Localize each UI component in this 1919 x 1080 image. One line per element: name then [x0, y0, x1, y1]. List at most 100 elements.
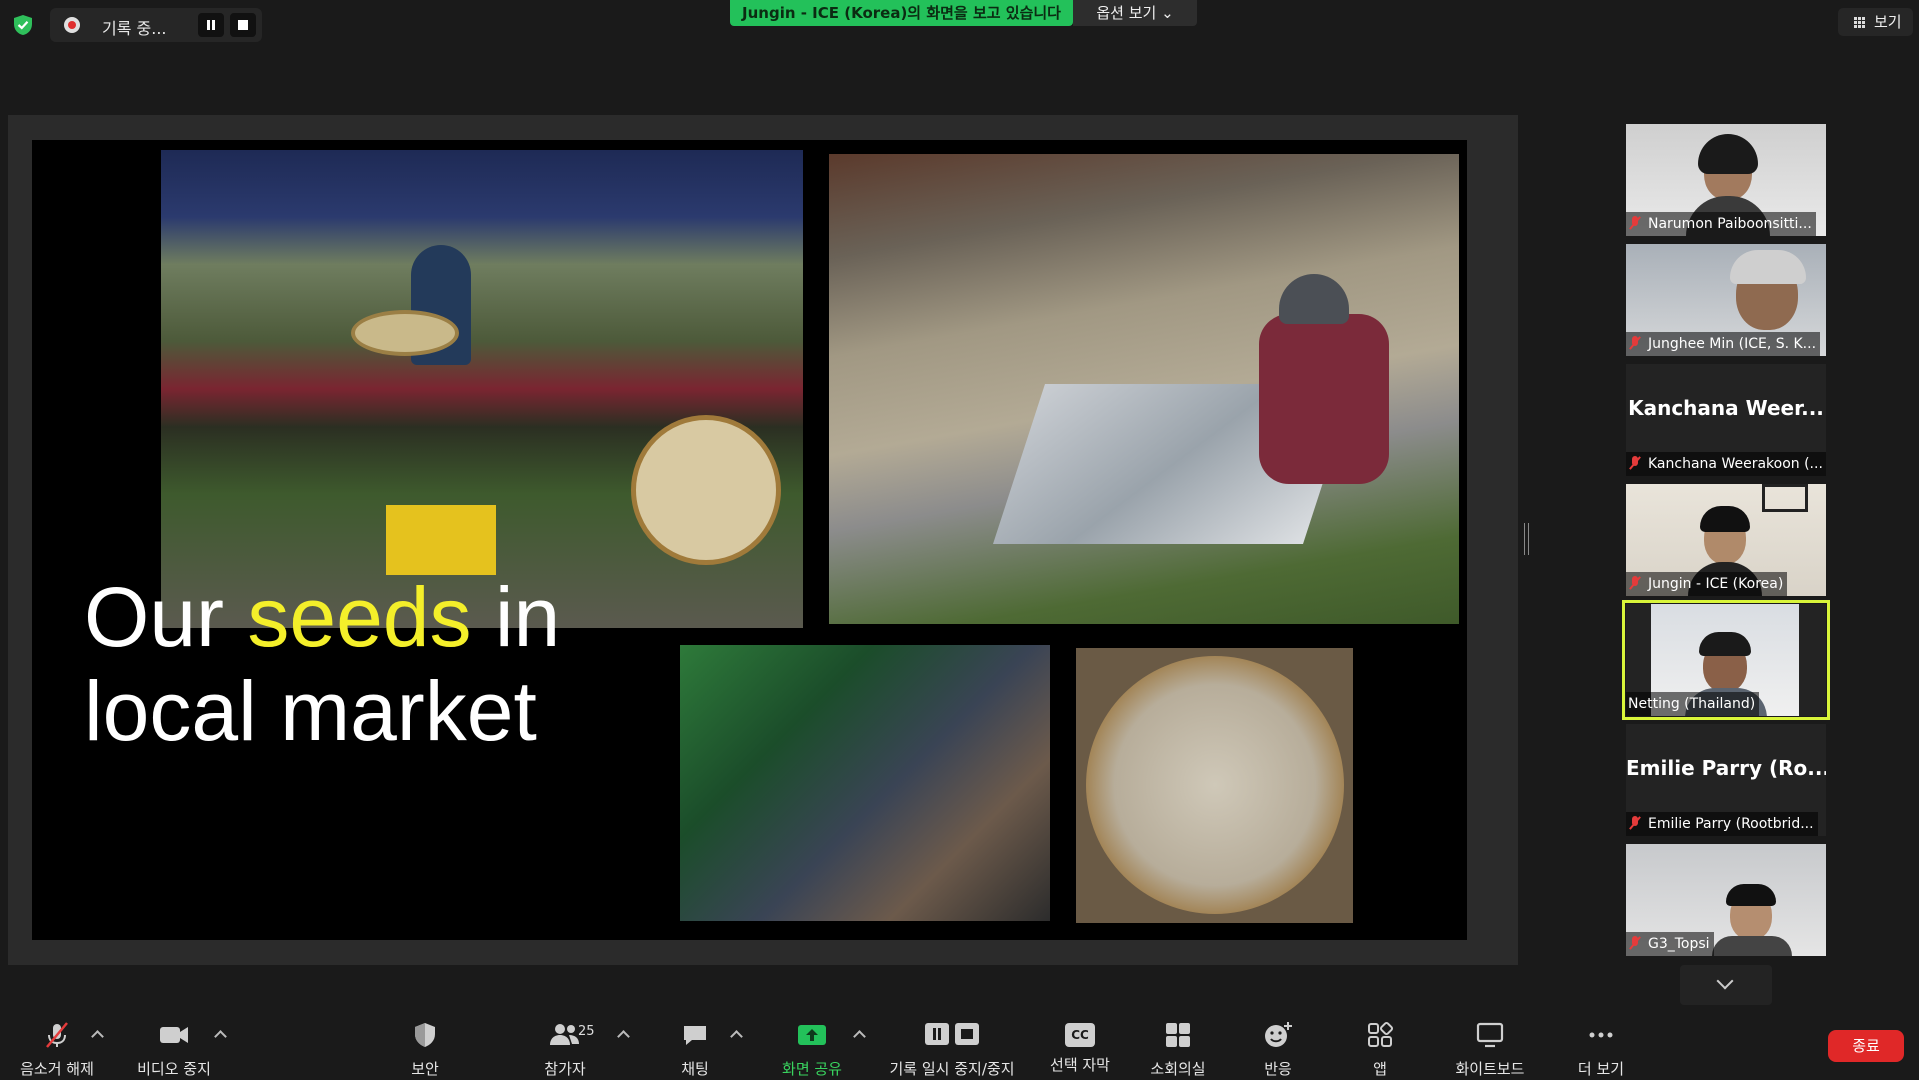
apps-icon	[1368, 1021, 1394, 1047]
apps-label: 앱	[1373, 1060, 1387, 1078]
pause-stop-recording-button[interactable]: 기록 일시 중지/중지	[882, 1020, 1022, 1079]
photo-detail-basket	[631, 415, 781, 565]
chat-label: 채팅	[681, 1060, 709, 1078]
participant-name-text: Netting (Thailand)	[1628, 696, 1756, 712]
view-options-button[interactable]: 옵션 보기 ⌄	[1073, 0, 1197, 26]
breakout-rooms-button[interactable]: 소회의실	[1140, 1020, 1216, 1079]
stop-recording-button[interactable]	[230, 13, 256, 37]
view-layout-button[interactable]: 보기	[1838, 8, 1913, 36]
presentation-slide: Our seeds in local market	[32, 140, 1467, 940]
video-camera-icon	[160, 1027, 188, 1043]
participants-options-caret[interactable]	[617, 1030, 630, 1043]
security-label: 보안	[411, 1060, 439, 1078]
slide-title-line2: local market	[84, 664, 537, 758]
participant-tile[interactable]: Jungin - ICE (Korea)	[1626, 484, 1826, 596]
recording-dot-icon	[64, 17, 80, 33]
participant-display-name: Kanchana Weer...	[1628, 396, 1824, 420]
more-label: 더 보기	[1577, 1060, 1625, 1078]
chat-bubble-icon	[684, 1026, 706, 1045]
participant-name: Emilie Parry (Rootbrid...	[1626, 812, 1818, 836]
muted-microphone-icon	[46, 1022, 68, 1048]
photo-detail-cap	[1279, 274, 1349, 324]
participant-name-text: G3_Topsi	[1648, 936, 1710, 952]
stop-video-button[interactable]: 비디오 중지	[128, 1020, 220, 1079]
participant-name: Netting (Thailand)	[1626, 692, 1760, 716]
stop-video-label: 비디오 중지	[137, 1060, 211, 1078]
participant-tile[interactable]: Narumon Paiboonsitti...	[1626, 124, 1826, 236]
whiteboard-button[interactable]: 화이트보드	[1446, 1020, 1534, 1079]
breakout-rooms-icon	[1166, 1023, 1190, 1047]
participant-name-text: Emilie Parry (Rootbrid...	[1648, 816, 1814, 832]
muted-mic-icon	[1628, 936, 1642, 950]
participant-tile-active-speaker[interactable]: Netting (Thailand)	[1622, 600, 1830, 720]
chat-options-caret[interactable]	[730, 1030, 743, 1043]
participant-name: Junghee Min (ICE, S. K...	[1626, 332, 1821, 356]
captions-button[interactable]: CC 선택 자막	[1042, 1020, 1118, 1075]
shield-icon	[415, 1023, 435, 1047]
photo-detail-crate	[386, 505, 496, 575]
slide-photo-seed-stall	[161, 150, 803, 628]
participant-tile[interactable]: Junghee Min (ICE, S. K...	[1626, 244, 1826, 356]
participant-name-text: Jungin - ICE (Korea)	[1648, 576, 1784, 592]
slide-photo-seed-basket	[1076, 648, 1353, 923]
reaction-emoji-icon	[1265, 1022, 1292, 1047]
participants-label: 참가자	[544, 1060, 586, 1078]
pause-recording-button[interactable]	[198, 13, 224, 37]
whiteboard-icon	[1476, 1022, 1504, 1048]
participant-tile[interactable]: Kanchana Weer... Kanchana Weerakoon (...	[1626, 364, 1826, 476]
participant-name: G3_Topsi	[1626, 932, 1714, 956]
participants-count: 25	[578, 1024, 595, 1039]
slide-photo-market-ground	[829, 154, 1459, 624]
reactions-button[interactable]: 반응	[1248, 1020, 1308, 1079]
viewing-share-banner: Jungin - ICE (Korea)의 화면을 보고 있습니다	[730, 0, 1073, 26]
photo-detail-person	[1259, 314, 1389, 484]
view-layout-label: 보기	[1874, 13, 1902, 31]
recording-label: 기록 중...	[102, 19, 167, 38]
slide-title: Our seeds in local market	[84, 570, 560, 758]
meeting-toolbar: 음소거 해제 비디오 중지 보안 참가자 25 채팅 화면 공유 기록 일시 중…	[0, 1010, 1919, 1080]
unmute-label: 음소거 해제	[20, 1060, 94, 1078]
muted-mic-icon	[1628, 576, 1642, 590]
pause-stop-icon	[925, 1023, 979, 1045]
chat-button[interactable]: 채팅	[665, 1020, 725, 1079]
captions-label: 선택 자막	[1050, 1056, 1110, 1074]
participant-name-text: Narumon Paiboonsitti...	[1648, 216, 1812, 232]
muted-mic-icon	[1628, 216, 1642, 230]
closed-captions-icon: CC	[1065, 1023, 1095, 1047]
share-screen-label: 화면 공유	[782, 1060, 842, 1078]
participant-name: Kanchana Weerakoon (...	[1626, 452, 1826, 476]
muted-mic-icon	[1628, 456, 1642, 470]
participants-scroll-down-button[interactable]	[1680, 965, 1772, 1005]
more-dots-icon	[1589, 1032, 1613, 1038]
participant-display-name: Emilie Parry (Ro...	[1626, 756, 1826, 780]
slide-title-text: in	[471, 570, 561, 664]
muted-mic-icon	[1628, 336, 1642, 350]
more-button[interactable]: 더 보기	[1567, 1020, 1635, 1079]
security-button[interactable]: 보안	[395, 1020, 455, 1079]
reactions-label: 반응	[1264, 1060, 1292, 1078]
photo-detail-tray	[351, 310, 459, 356]
pause-stop-recording-label: 기록 일시 중지/중지	[889, 1060, 1015, 1078]
share-screen-button[interactable]: 화면 공유	[772, 1020, 852, 1079]
participant-name: Narumon Paiboonsitti...	[1626, 212, 1816, 236]
participant-tile[interactable]: Emilie Parry (Ro... Emilie Parry (Rootbr…	[1626, 724, 1826, 836]
participant-tile[interactable]: G3_Topsi	[1626, 844, 1826, 956]
security-shield-icon	[14, 15, 32, 35]
slide-title-highlight: seeds	[247, 570, 472, 664]
share-screen-icon	[798, 1025, 826, 1045]
end-meeting-button[interactable]: 종료	[1828, 1030, 1904, 1062]
panel-resize-handle[interactable]	[1524, 523, 1529, 555]
participant-name-text: Kanchana Weerakoon (...	[1648, 456, 1823, 472]
participant-name-text: Junghee Min (ICE, S. K...	[1648, 336, 1817, 352]
slide-title-text: Our	[84, 570, 248, 664]
recording-indicator: 기록 중...	[50, 8, 262, 42]
share-options-caret[interactable]	[853, 1030, 866, 1043]
breakout-rooms-label: 소회의실	[1150, 1060, 1206, 1078]
slide-photo-children	[680, 645, 1050, 921]
apps-button[interactable]: 앱	[1350, 1020, 1410, 1079]
unmute-button[interactable]: 음소거 해제	[12, 1020, 102, 1079]
muted-mic-icon	[1628, 816, 1642, 830]
participant-name: Jungin - ICE (Korea)	[1626, 572, 1788, 596]
whiteboard-label: 화이트보드	[1455, 1060, 1525, 1078]
grid-icon	[1854, 17, 1866, 29]
